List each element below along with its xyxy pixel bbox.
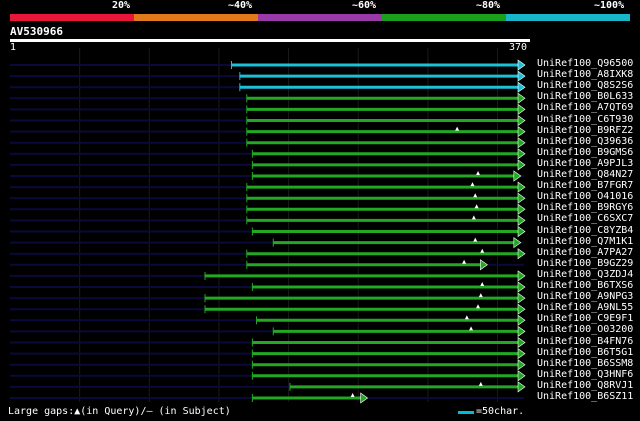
hit-label[interactable]: UniRef100_Q3HNF6 [537, 369, 633, 380]
hit-label[interactable]: UniRef100_C8YZB4 [537, 225, 633, 236]
hit-arrow-icon [517, 348, 526, 360]
query-gap-marker [473, 237, 478, 242]
hit-arrow-icon [517, 114, 526, 127]
hit-arrow-icon [517, 126, 526, 138]
hit-label[interactable]: UniRef100_B9RFZ2 [537, 125, 633, 136]
hit-label[interactable]: UniRef100_B9GZ29 [537, 258, 633, 269]
query-gap-marker [473, 193, 478, 198]
hit-label[interactable]: UniRef100_B7FGR7 [537, 180, 633, 191]
hit-label[interactable]: UniRef100_Q96500 [537, 58, 633, 69]
hit-arrow-icon [517, 292, 526, 304]
hit-arrow-icon [517, 159, 526, 171]
hit-arrow-icon [517, 181, 526, 193]
hit-label[interactable]: UniRef100_C9E9F1 [537, 313, 633, 324]
hit-arrow-icon [517, 359, 526, 371]
hit-label[interactable]: UniRef100_C6T930 [537, 114, 633, 125]
hit-label[interactable]: UniRef100_B6TXS6 [537, 280, 633, 291]
hit-label[interactable]: UniRef100_A7QT69 [537, 102, 633, 113]
query-gap-marker [480, 248, 485, 253]
hit-label[interactable]: UniRef100_Q7M1K1 [537, 236, 633, 247]
hit-label[interactable]: UniRef100_B6T5G1 [537, 347, 633, 358]
hit-arrow-icon [517, 103, 526, 115]
hit-arrow-icon [517, 225, 526, 238]
hit-arrow-icon [517, 59, 526, 71]
large-gaps-legend: Large gaps:▲(in Query)/– (in Subject) [8, 406, 231, 417]
hit-arrow-icon [517, 270, 526, 282]
query-gap-marker [350, 393, 355, 397]
hit-label[interactable]: UniRef100_Q3ZDJ4 [537, 269, 633, 280]
hit-label[interactable]: UniRef100_B0L633 [537, 91, 633, 102]
hit-arrow-icon [517, 148, 526, 160]
hit-label[interactable]: UniRef100_Q8S2S6 [537, 80, 633, 91]
hit-label[interactable]: UniRef100_Q8RVJ1 [537, 380, 633, 391]
hit-arrow-icon [517, 137, 526, 149]
hit-arrow-icon [517, 214, 526, 226]
hit-label[interactable]: UniRef100_B6SZ11 [537, 391, 633, 402]
hit-label[interactable]: UniRef100_Q39636 [537, 136, 633, 147]
hit-label[interactable]: UniRef100_B4FN76 [537, 336, 633, 347]
hit-arrow-icon [517, 303, 526, 315]
hit-arrow-icon [517, 314, 526, 326]
hit-label[interactable]: UniRef100_O41016 [537, 191, 633, 202]
hit-arrow-icon [513, 237, 522, 249]
hit-arrow-icon [517, 70, 526, 82]
hit-arrow-icon [517, 92, 526, 104]
hit-label[interactable]: UniRef100_C6SXC7 [537, 213, 633, 224]
query-gap-marker [474, 204, 479, 209]
query-gap-marker [469, 326, 474, 331]
hit-label[interactable]: UniRef100_O03200 [537, 324, 633, 335]
hit-label[interactable]: UniRef100_B6SSM8 [537, 358, 633, 369]
hit-arrow-icon [517, 281, 526, 293]
query-gap-marker [480, 282, 485, 286]
hit-label[interactable]: UniRef100_B9GMS6 [537, 147, 633, 158]
query-gap-marker [471, 215, 476, 220]
query-gap-marker [470, 182, 475, 187]
hit-arrow-icon [517, 370, 526, 382]
hit-label[interactable]: UniRef100_B9RGY6 [537, 202, 633, 213]
hit-arrow-icon [513, 170, 522, 182]
hit-arrow-icon [360, 392, 369, 404]
hit-label[interactable]: UniRef100_A8IXK8 [537, 69, 633, 80]
scale-label: =50char. [476, 406, 525, 417]
hit-arrow-icon [517, 325, 526, 337]
hit-arrow-icon [480, 259, 488, 271]
hit-label[interactable]: UniRef100_A7PA27 [537, 247, 633, 258]
query-gap-marker [464, 315, 469, 320]
query-gap-marker [476, 171, 481, 175]
hit-arrow-icon [517, 336, 526, 349]
hit-arrow-icon [517, 381, 526, 393]
hit-arrow-icon [517, 192, 526, 204]
hit-label[interactable]: UniRef100_A9NPG3 [537, 291, 633, 302]
scale-swatch [458, 411, 474, 414]
hit-label[interactable]: UniRef100_Q84N27 [537, 169, 633, 180]
query-gap-marker [476, 304, 481, 309]
hit-label[interactable]: UniRef100_A9NL55 [537, 302, 633, 313]
query-gap-marker [455, 126, 460, 131]
query-gap-marker [478, 293, 483, 298]
query-gap-marker [462, 259, 467, 264]
hit-arrow-icon [517, 248, 526, 260]
query-gap-marker [478, 381, 483, 386]
hit-arrow-icon [517, 81, 526, 93]
hit-arrow-icon [517, 203, 526, 215]
hit-label[interactable]: UniRef100_A9PJL3 [537, 158, 633, 169]
